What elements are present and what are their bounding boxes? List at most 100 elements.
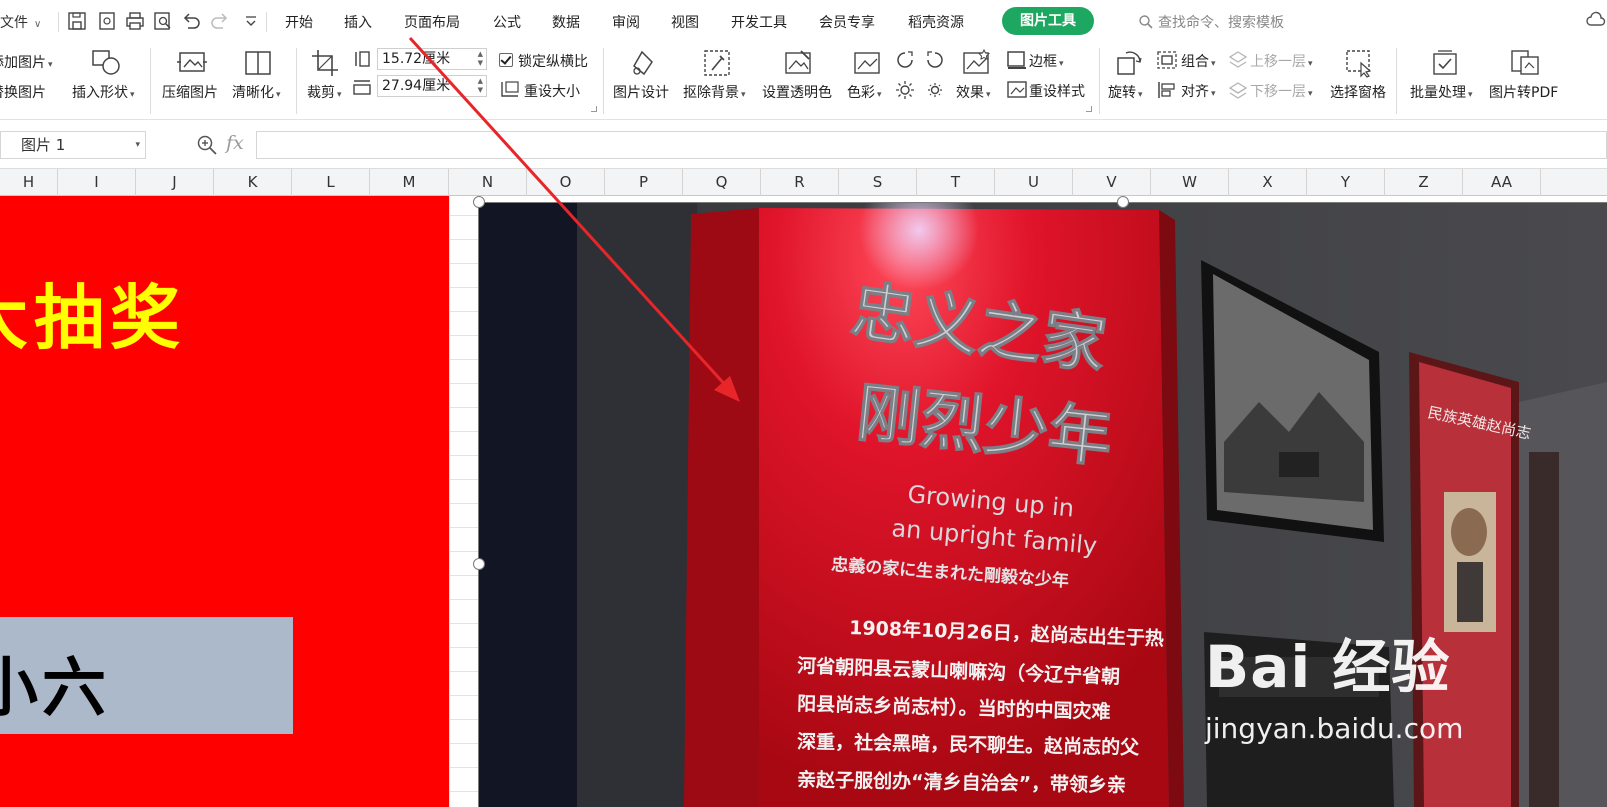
effects-button[interactable]: 效果 ▾ — [956, 82, 991, 102]
undo-icon[interactable] — [180, 10, 202, 32]
tab-page-layout[interactable]: 页面布局 — [404, 12, 460, 32]
reset-size-button[interactable]: 重设大小 — [524, 81, 580, 101]
zoom-icon[interactable] — [196, 134, 218, 156]
increase-brightness-icon[interactable] — [895, 80, 915, 100]
tab-home[interactable]: 开始 — [285, 12, 313, 32]
lock-ratio-checkbox[interactable] — [499, 53, 513, 67]
set-transparent-label: 设置透明色 — [762, 85, 832, 101]
column-header[interactable]: P — [605, 169, 683, 196]
command-search[interactable]: 查找命令、搜索模板 — [1138, 12, 1284, 32]
tab-developer[interactable]: 开发工具 — [731, 12, 787, 32]
resize-handle-top[interactable] — [1117, 196, 1129, 208]
redo-icon[interactable] — [209, 10, 231, 32]
tab-docer-resources[interactable]: 稻壳资源 — [908, 12, 964, 32]
fx-icon[interactable]: fx — [226, 132, 244, 154]
border-button[interactable]: 边框 ▾ — [1029, 51, 1064, 71]
picture-to-pdf-button[interactable]: 图片转PDF — [1489, 82, 1558, 102]
crop-button[interactable]: 裁剪 ▾ — [307, 82, 342, 102]
crop-label: 裁剪 — [307, 85, 335, 101]
formula-bar: 图片 1 ▾ fx — [0, 121, 1607, 168]
compress-picture-icon — [176, 48, 208, 78]
align-icon — [1156, 80, 1178, 100]
batch-process-button[interactable]: 批量处理 ▾ — [1410, 82, 1473, 102]
color-button[interactable]: 色彩 ▾ — [847, 82, 882, 102]
watermark-url: jingyan.baidu.com — [1205, 712, 1464, 745]
resize-handle-left[interactable] — [473, 558, 485, 570]
column-header[interactable]: R — [761, 169, 839, 196]
column-header[interactable]: M — [370, 169, 449, 196]
column-header[interactable]: O — [527, 169, 605, 196]
name-cell[interactable]: 小六 — [0, 617, 293, 734]
width-input[interactable]: 27.94厘米 ▲ ▼ — [377, 75, 487, 97]
send-backward-button[interactable]: 下移一层 ▾ — [1250, 81, 1313, 101]
divider — [1396, 48, 1397, 114]
name-cell-text: 小六 — [0, 651, 110, 726]
tab-formulas[interactable]: 公式 — [493, 12, 521, 32]
column-header[interactable]: V — [1073, 169, 1151, 196]
width-icon — [352, 78, 372, 96]
column-header[interactable]: T — [917, 169, 995, 196]
bring-forward-button[interactable]: 上移一层 ▾ — [1250, 51, 1313, 71]
divider — [603, 48, 604, 114]
set-transparent-icon — [783, 48, 813, 78]
sharpen-button[interactable]: 清晰化 ▾ — [232, 82, 281, 102]
chevron-down-icon: ▾ — [1138, 90, 1143, 100]
column-header[interactable]: S — [839, 169, 917, 196]
add-picture-button[interactable]: 添加图片▾ — [0, 52, 53, 72]
tab-insert[interactable]: 插入 — [344, 12, 372, 32]
grid-line — [449, 196, 450, 807]
column-header[interactable]: U — [995, 169, 1073, 196]
save-icon[interactable] — [66, 10, 88, 32]
rotate-icon — [1114, 48, 1144, 78]
decrease-contrast-icon[interactable] — [925, 50, 945, 70]
increase-contrast-icon[interactable] — [895, 50, 915, 70]
insert-shape-button[interactable]: 插入形状 ▾ — [72, 82, 135, 102]
column-header[interactable]: H — [0, 169, 58, 196]
print-preview-icon[interactable] — [152, 10, 174, 32]
align-button[interactable]: 对齐 ▾ — [1181, 81, 1216, 101]
column-header[interactable]: L — [292, 169, 370, 196]
column-header[interactable]: X — [1229, 169, 1307, 196]
name-box-value: 图片 1 — [21, 136, 66, 154]
formula-input[interactable] — [256, 131, 1607, 159]
column-header[interactable]: J — [136, 169, 214, 196]
customize-toolbar-icon[interactable] — [240, 10, 262, 32]
set-transparent-button[interactable]: 设置透明色 — [762, 82, 832, 102]
resize-handle-top-left[interactable] — [473, 196, 485, 208]
decrease-brightness-icon[interactable] — [925, 80, 945, 100]
spinner-icon[interactable]: ▲ ▼ — [478, 50, 483, 68]
group-button[interactable]: 组合 ▾ — [1181, 51, 1216, 71]
file-menu[interactable]: 文件 ∨ — [0, 12, 41, 32]
column-header[interactable]: N — [449, 169, 527, 196]
selection-pane-button[interactable]: 选择窗格 — [1330, 82, 1386, 102]
dialog-launcher-icon[interactable] — [1086, 106, 1092, 112]
height-input[interactable]: 15.72厘米 ▲ ▼ — [377, 48, 487, 70]
tab-view[interactable]: 视图 — [671, 12, 699, 32]
reset-style-button[interactable]: 重设样式 — [1029, 81, 1085, 101]
bring-forward-label: 上移一层 — [1250, 54, 1306, 70]
tab-picture-tools[interactable]: 图片工具 — [1002, 7, 1094, 35]
name-box[interactable]: 图片 1 ▾ — [0, 131, 146, 159]
tab-data[interactable]: 数据 — [552, 12, 580, 32]
rotate-button[interactable]: 旋转 ▾ — [1108, 82, 1143, 102]
column-header[interactable]: K — [214, 169, 292, 196]
tab-member[interactable]: 会员专享 — [819, 12, 875, 32]
column-header[interactable]: Y — [1307, 169, 1385, 196]
column-header[interactable]: I — [58, 169, 136, 196]
column-header[interactable]: Q — [683, 169, 761, 196]
spinner-icon[interactable]: ▲ ▼ — [478, 77, 483, 95]
column-header[interactable]: W — [1151, 169, 1229, 196]
compress-picture-button[interactable]: 压缩图片 — [162, 82, 218, 102]
picture-design-button[interactable]: 图片设计 — [613, 82, 669, 102]
column-header[interactable]: AA — [1463, 169, 1541, 196]
tab-review[interactable]: 审阅 — [612, 12, 640, 32]
remove-background-button[interactable]: 抠除背景 ▾ — [683, 82, 746, 102]
print-icon[interactable] — [124, 10, 146, 32]
replace-picture-button[interactable]: 替换图片 — [0, 82, 46, 102]
chevron-down-icon: ▾ — [48, 60, 53, 70]
export-pdf-icon[interactable] — [96, 10, 118, 32]
column-header[interactable]: Z — [1385, 169, 1463, 196]
chevron-down-icon: ▾ — [1059, 59, 1064, 69]
cloud-sync-icon[interactable] — [1586, 10, 1606, 30]
dialog-launcher-icon[interactable] — [591, 106, 597, 112]
